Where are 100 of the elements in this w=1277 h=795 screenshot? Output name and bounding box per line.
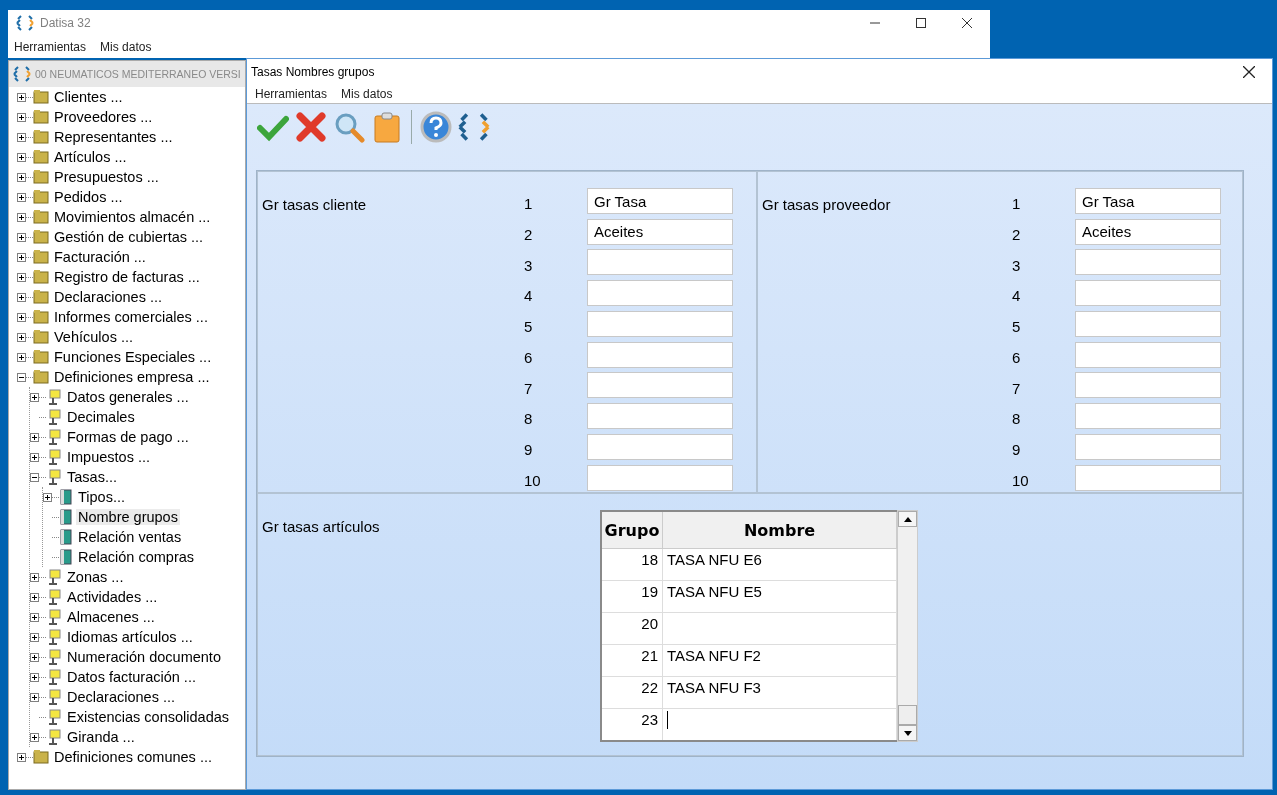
table-cell[interactable]: TASA NFU F2: [662, 644, 897, 677]
tree-item[interactable]: Clientes ...: [52, 89, 125, 105]
expand-toggle[interactable]: [30, 392, 39, 402]
text-field[interactable]: [587, 280, 733, 307]
expand-toggle[interactable]: [17, 212, 26, 222]
tree-item[interactable]: Informes comerciales ...: [52, 309, 210, 325]
expand-toggle[interactable]: [30, 652, 39, 662]
tree-item[interactable]: Datos facturación ...: [65, 669, 198, 685]
column-header[interactable]: Nombre: [662, 511, 897, 549]
tree-item[interactable]: Zonas ...: [65, 569, 126, 585]
expand-toggle[interactable]: [17, 752, 26, 762]
tree-item[interactable]: Relación compras: [76, 549, 197, 565]
tree-item[interactable]: Formas de pago ...: [65, 429, 191, 445]
text-field[interactable]: [587, 310, 733, 337]
expand-toggle[interactable]: [30, 692, 39, 702]
expand-toggle[interactable]: [17, 152, 26, 162]
table-cell[interactable]: TASA NFU E6: [662, 548, 897, 581]
table-cell[interactable]: [662, 612, 897, 645]
tree-item[interactable]: Impuestos ...: [65, 449, 152, 465]
tree-item[interactable]: Nombre grupos: [76, 509, 180, 525]
tree-item[interactable]: Pedidos ...: [52, 189, 125, 205]
expand-toggle[interactable]: [17, 352, 26, 362]
tree-item[interactable]: Representantes ...: [52, 129, 175, 145]
menu-item[interactable]: Mis datos: [100, 40, 152, 54]
expand-toggle[interactable]: [30, 632, 39, 642]
text-field[interactable]: Gr Tasa: [1075, 188, 1221, 214]
menu-item[interactable]: Mis datos: [341, 87, 393, 101]
text-field[interactable]: Gr Tasa: [587, 188, 733, 214]
menu-item[interactable]: Herramientas: [255, 87, 328, 101]
tree-item[interactable]: Registro de facturas ...: [52, 269, 202, 285]
tree-item[interactable]: Existencias consolidadas: [65, 709, 231, 725]
tree-item[interactable]: Almacenes ...: [65, 609, 157, 625]
tree-item[interactable]: Actividades ...: [65, 589, 160, 605]
collapse-toggle[interactable]: [17, 372, 26, 382]
table-cell[interactable]: TASA NFU E5: [662, 580, 897, 613]
text-field[interactable]: [587, 464, 733, 491]
text-field[interactable]: [587, 433, 733, 460]
table-cell[interactable]: TASA NFU F3: [662, 676, 897, 709]
tree-item[interactable]: Declaraciones ...: [65, 689, 177, 705]
tree-item[interactable]: Movimientos almacén ...: [52, 209, 213, 225]
scrollbar[interactable]: [897, 510, 918, 742]
expand-toggle[interactable]: [30, 572, 39, 582]
expand-toggle[interactable]: [30, 612, 39, 622]
logo-icon[interactable]: [458, 111, 490, 143]
tree-item[interactable]: Gestión de cubiertas ...: [52, 229, 206, 245]
text-field[interactable]: [1075, 433, 1221, 460]
text-field[interactable]: [1075, 310, 1221, 337]
tree-item[interactable]: Funciones Especiales ...: [52, 349, 214, 365]
tree-item[interactable]: Giranda ...: [65, 729, 137, 745]
expand-toggle[interactable]: [17, 232, 26, 242]
tree-item[interactable]: Idiomas artículos ...: [65, 629, 195, 645]
tree-item[interactable]: Tasas...: [65, 469, 119, 485]
expand-toggle[interactable]: [30, 732, 39, 742]
text-field[interactable]: [587, 249, 733, 276]
expand-toggle[interactable]: [17, 112, 26, 122]
tree-item[interactable]: Vehículos ...: [52, 329, 135, 345]
menu-item[interactable]: Herramientas: [14, 40, 87, 54]
expand-toggle[interactable]: [17, 332, 26, 342]
text-field[interactable]: [587, 372, 733, 399]
text-field[interactable]: [1075, 464, 1221, 491]
expand-toggle[interactable]: [30, 592, 39, 602]
text-field[interactable]: [587, 403, 733, 430]
expand-toggle[interactable]: [17, 312, 26, 322]
expand-toggle[interactable]: [17, 172, 26, 182]
clipboard-icon[interactable]: [371, 111, 403, 143]
text-field[interactable]: [587, 341, 733, 368]
text-field[interactable]: Aceites: [1075, 218, 1221, 245]
expand-toggle[interactable]: [17, 272, 26, 282]
text-field[interactable]: [1075, 249, 1221, 276]
tree-item[interactable]: Declaraciones ...: [52, 289, 164, 305]
text-field[interactable]: [1075, 403, 1221, 430]
text-field[interactable]: [1075, 372, 1221, 399]
column-header[interactable]: Grupo: [601, 511, 663, 549]
collapse-toggle[interactable]: [30, 472, 39, 482]
expand-toggle[interactable]: [17, 192, 26, 202]
expand-toggle[interactable]: [17, 292, 26, 302]
scroll-thumb[interactable]: [898, 705, 917, 725]
text-field[interactable]: [1075, 280, 1221, 307]
tree-item[interactable]: Tipos...: [76, 489, 127, 505]
expand-toggle[interactable]: [30, 452, 39, 462]
scroll-down-icon[interactable]: [898, 725, 917, 741]
tree-item[interactable]: Decimales: [65, 409, 137, 425]
help-icon[interactable]: [420, 111, 452, 143]
expand-toggle[interactable]: [30, 432, 39, 442]
text-field[interactable]: [1075, 341, 1221, 368]
expand-toggle[interactable]: [43, 492, 52, 502]
expand-toggle[interactable]: [30, 672, 39, 682]
tree-item[interactable]: Relación ventas: [76, 529, 184, 545]
tree-item[interactable]: Definiciones empresa ...: [52, 369, 212, 385]
tree-item[interactable]: Artículos ...: [52, 149, 129, 165]
text-field[interactable]: Aceites: [587, 218, 733, 245]
expand-toggle[interactable]: [17, 92, 26, 102]
expand-toggle[interactable]: [17, 252, 26, 262]
tree-item[interactable]: Facturación ...: [52, 249, 148, 265]
tree-item[interactable]: Definiciones comunes ...: [52, 749, 214, 765]
tree-item[interactable]: Datos generales ...: [65, 389, 191, 405]
tree-item[interactable]: Proveedores ...: [52, 109, 155, 125]
expand-toggle[interactable]: [17, 132, 26, 142]
tree-item[interactable]: Presupuestos ...: [52, 169, 161, 185]
scroll-up-icon[interactable]: [898, 511, 917, 527]
